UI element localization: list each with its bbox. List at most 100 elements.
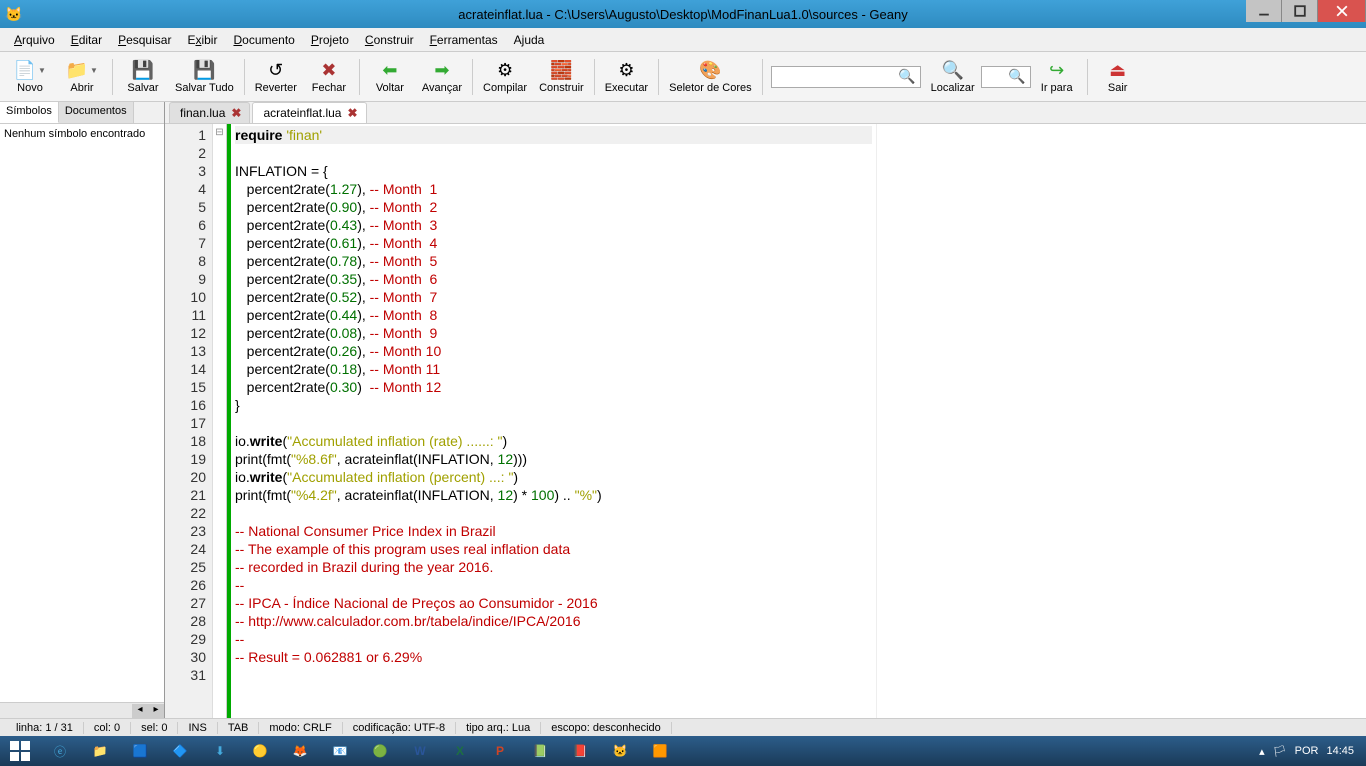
maximize-button[interactable] (1282, 0, 1318, 22)
taskbar-app-icon[interactable]: 🟢 (360, 736, 400, 766)
menu-pesquisar[interactable]: Pesquisar (110, 30, 179, 50)
file-tab[interactable]: acrateinflat.lua✖ (252, 102, 366, 123)
taskbar-app-icon[interactable]: 🟦 (120, 736, 160, 766)
sidebar-content: Nenhum símbolo encontrado (0, 124, 164, 702)
tray-lang[interactable]: POR (1295, 745, 1319, 757)
exit-button[interactable]: ⏏Sair (1092, 58, 1144, 96)
taskbar-sourceforge-icon[interactable]: 🟧 (640, 736, 680, 766)
taskbar-app-icon[interactable]: 📕 (560, 736, 600, 766)
code-line[interactable]: io.write("Accumulated inflation (rate) .… (235, 432, 872, 450)
sidebar-tab-documents[interactable]: Documentos (59, 102, 134, 123)
minimize-button[interactable] (1246, 0, 1282, 22)
fold-column[interactable]: ⊟ (213, 124, 227, 718)
taskbar[interactable]: ⓔ 📁 🟦 🔷 ⬇ 🟡 🦊 📧 🟢 W X P 📗 📕 🐱 🟧 ▴ 🏳 POR … (0, 736, 1366, 766)
menu-projeto[interactable]: Projeto (303, 30, 357, 50)
taskbar-mail-icon[interactable]: 📧 (320, 736, 360, 766)
dropdown-icon[interactable]: ▼ (88, 66, 98, 75)
open-button[interactable]: 📁▼Abrir (56, 58, 108, 96)
goto-button[interactable]: ↪Ir para (1031, 58, 1083, 96)
code-line[interactable]: -- IPCA - Índice Nacional de Preços ao C… (235, 594, 872, 612)
editor[interactable]: 1234567891011121314151617181920212223242… (165, 124, 1366, 718)
taskbar-word-icon[interactable]: W (400, 736, 440, 766)
status-scope: escopo: desconhecido (541, 722, 671, 734)
code-line[interactable]: percent2rate(0.90), -- Month 2 (235, 198, 872, 216)
code-line[interactable]: percent2rate(0.08), -- Month 9 (235, 324, 872, 342)
code-line[interactable]: io.write("Accumulated inflation (percent… (235, 468, 872, 486)
tray-flag-icon[interactable]: 🏳 (1273, 745, 1287, 758)
revert-button[interactable]: ↺Reverter (249, 58, 303, 96)
execute-button[interactable]: ⚙Executar (599, 58, 654, 96)
build-button[interactable]: 🧱Construir (533, 58, 590, 96)
taskbar-excel-icon[interactable]: X (440, 736, 480, 766)
close-tab-icon[interactable]: ✖ (347, 106, 357, 120)
tray-icon[interactable]: ▴ (1259, 745, 1265, 758)
search-input[interactable]: 🔍 (771, 66, 921, 88)
code-line[interactable]: percent2rate(0.18), -- Month 11 (235, 360, 872, 378)
code-line[interactable]: percent2rate(0.78), -- Month 5 (235, 252, 872, 270)
code-line[interactable]: -- (235, 576, 872, 594)
back-button[interactable]: ⬅Voltar (364, 58, 416, 96)
taskbar-app-icon[interactable]: 📗 (520, 736, 560, 766)
close-button[interactable] (1318, 0, 1366, 22)
goto-input[interactable]: 🔍 (981, 66, 1031, 88)
code-line[interactable]: -- Result = 0.062881 or 6.29% (235, 648, 872, 666)
code-line[interactable]: percent2rate(0.52), -- Month 7 (235, 288, 872, 306)
save-all-button[interactable]: 💾Salvar Tudo (169, 58, 240, 96)
file-tab[interactable]: finan.lua✖ (169, 102, 250, 123)
menu-construir[interactable]: Construir (357, 30, 422, 50)
compile-button[interactable]: ⚙Compilar (477, 58, 533, 96)
scroll-right-icon[interactable]: ▸ (148, 704, 164, 718)
code-line[interactable]: print(fmt("%8.6f", acrateinflat(INFLATIO… (235, 450, 872, 468)
menu-ajuda[interactable]: Ajuda (506, 30, 553, 50)
code-content[interactable]: require 'finan' INFLATION = { percent2ra… (231, 124, 876, 718)
code-line[interactable]: percent2rate(0.26), -- Month 10 (235, 342, 872, 360)
taskbar-app-icon[interactable]: 🔷 (160, 736, 200, 766)
taskbar-powerpoint-icon[interactable]: P (480, 736, 520, 766)
taskbar-explorer-icon[interactable]: 📁 (80, 736, 120, 766)
code-line[interactable] (235, 666, 872, 684)
code-line[interactable]: percent2rate(0.30) -- Month 12 (235, 378, 872, 396)
taskbar-ie-icon[interactable]: ⓔ (40, 736, 80, 766)
menu-exibir[interactable]: Exibir (179, 30, 225, 50)
sidebar-scrollbar[interactable]: ◂ ▸ (0, 702, 164, 718)
menu-documento[interactable]: Documento (225, 30, 302, 50)
taskbar-firefox-icon[interactable]: 🦊 (280, 736, 320, 766)
close-tab-icon[interactable]: ✖ (231, 106, 241, 120)
status-ins: INS (178, 722, 217, 734)
start-button[interactable] (0, 736, 40, 766)
code-line[interactable]: percent2rate(0.43), -- Month 3 (235, 216, 872, 234)
code-line[interactable] (235, 414, 872, 432)
new-button[interactable]: 📄▼Novo (4, 58, 56, 96)
code-line[interactable]: require 'finan' (235, 126, 872, 144)
code-line[interactable]: -- National Consumer Price Index in Braz… (235, 522, 872, 540)
menu-editar[interactable]: Editar (63, 30, 110, 50)
menu-ferramentas[interactable]: Ferramentas (422, 30, 506, 50)
taskbar-chrome-icon[interactable]: 🟡 (240, 736, 280, 766)
code-line[interactable]: -- http://www.calculador.com.br/tabela/i… (235, 612, 872, 630)
menu-arquivo[interactable]: Arquivo (6, 30, 63, 50)
close-file-button[interactable]: ✖Fechar (303, 58, 355, 96)
code-line[interactable] (235, 504, 872, 522)
find-button[interactable]: 🔍Localizar (925, 58, 981, 96)
code-line[interactable] (235, 144, 872, 162)
taskbar-dropbox-icon[interactable]: ⬇ (200, 736, 240, 766)
code-line[interactable]: percent2rate(1.27), -- Month 1 (235, 180, 872, 198)
scroll-left-icon[interactable]: ◂ (132, 704, 148, 718)
gears-icon: ⚙ (615, 60, 637, 82)
execute-label: Executar (605, 82, 648, 94)
forward-button[interactable]: ➡Avançar (416, 58, 468, 96)
code-line[interactable]: percent2rate(0.61), -- Month 4 (235, 234, 872, 252)
code-line[interactable]: } (235, 396, 872, 414)
color-picker-button[interactable]: 🎨Seletor de Cores (663, 58, 758, 96)
dropdown-icon[interactable]: ▼ (36, 66, 46, 75)
code-line[interactable]: percent2rate(0.44), -- Month 8 (235, 306, 872, 324)
code-line[interactable]: print(fmt("%4.2f", acrateinflat(INFLATIO… (235, 486, 872, 504)
code-line[interactable]: percent2rate(0.35), -- Month 6 (235, 270, 872, 288)
taskbar-geany-icon[interactable]: 🐱 (600, 736, 640, 766)
sidebar-tab-symbols[interactable]: Símbolos (0, 102, 59, 123)
code-line[interactable]: -- (235, 630, 872, 648)
code-line[interactable]: -- recorded in Brazil during the year 20… (235, 558, 872, 576)
code-line[interactable]: INFLATION = { (235, 162, 872, 180)
code-line[interactable]: -- The example of this program uses real… (235, 540, 872, 558)
save-button[interactable]: 💾Salvar (117, 58, 169, 96)
